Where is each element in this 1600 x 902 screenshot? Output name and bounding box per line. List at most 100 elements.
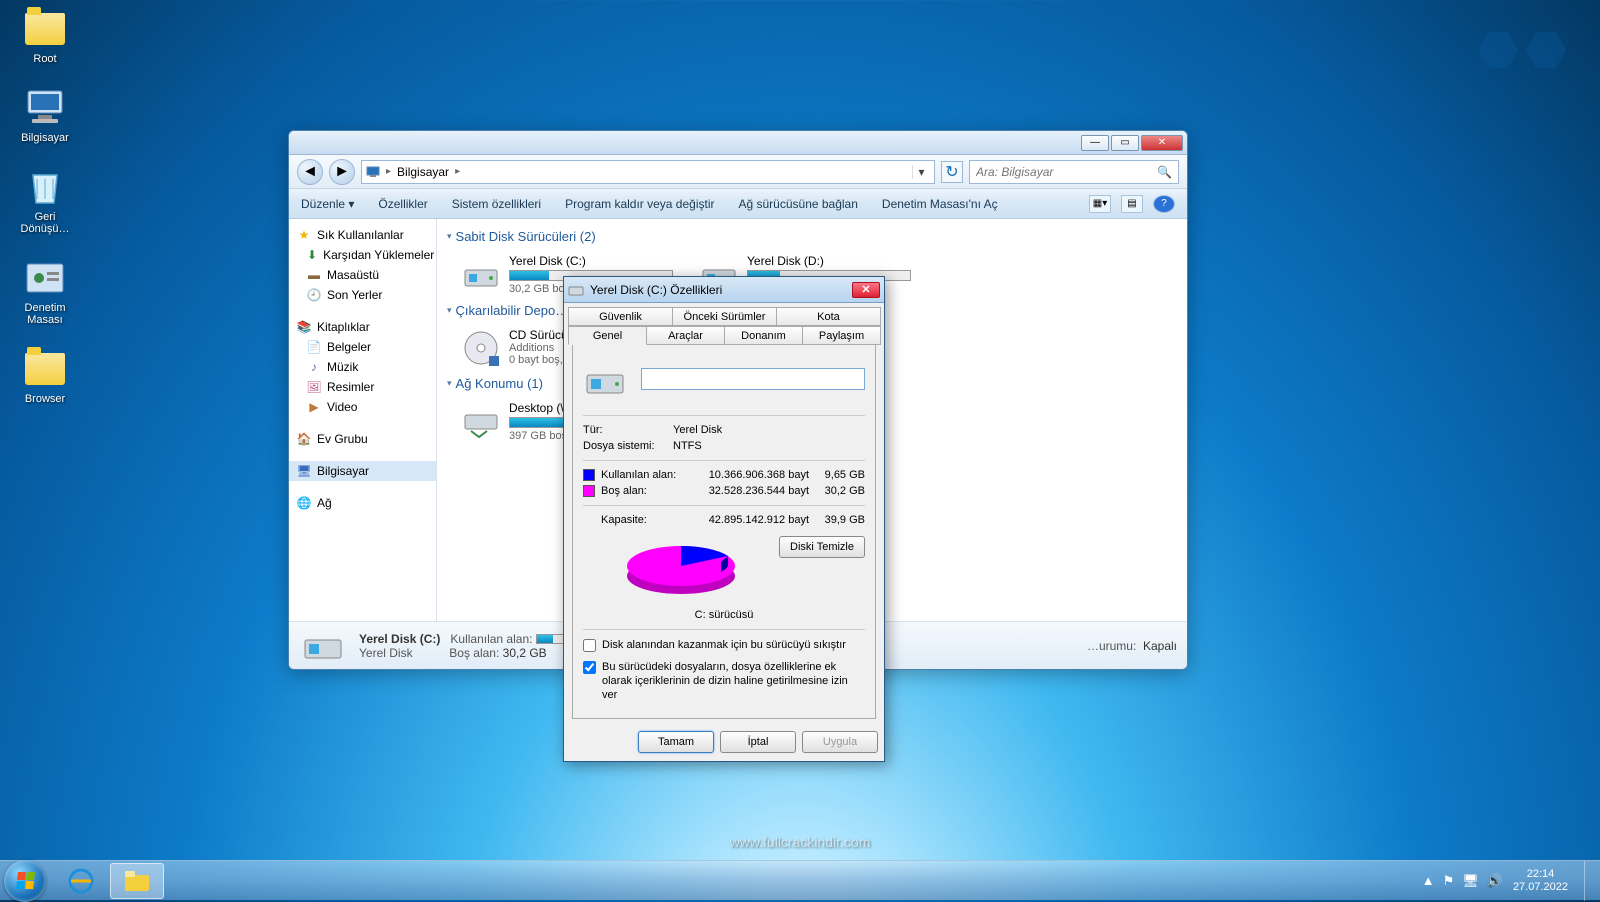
toolbar-uninstall[interactable]: Program kaldır veya değiştir [565,197,714,211]
pie-chart [621,536,741,600]
apply-button[interactable]: Uygula [802,731,878,753]
nav-favorites[interactable]: ★Sık Kullanılanlar [289,225,436,245]
drive-name: Yerel Disk (C:) [509,254,673,268]
folder-icon [25,353,65,385]
fs-label: Dosya sistemi: [583,438,673,454]
windows-logo-icon [16,872,35,889]
ok-button[interactable]: Tamam [638,731,714,753]
search-input[interactable] [976,165,1172,179]
nav-downloads[interactable]: ⬇Karşıdan Yüklemeler [289,245,436,265]
search-icon: 🔍 [1157,165,1172,179]
tab-hardware[interactable]: Donanım [724,326,803,345]
cd-icon [461,328,501,368]
cap-bytes: 42.895.142.912 bayt [673,512,809,528]
nav-computer[interactable]: 🖥Bilgisayar [289,461,436,481]
nav-network[interactable]: 🌐Ağ [289,493,436,513]
taskbar: ▲ ⚑ 🖥 🔊 22:14 27.07.2022 [0,860,1600,900]
toolbar-controlpanel[interactable]: Denetim Masası'nı Aç [882,197,998,211]
tab-general[interactable]: Genel [568,326,647,345]
free-color [583,485,595,497]
nav-pictures[interactable]: 🖼Resimler [289,377,436,397]
refresh-button[interactable]: ↻ [941,161,963,183]
breadcrumb-arrow: ▸ [386,166,391,177]
toolbar-system[interactable]: Sistem özellikleri [452,197,541,211]
window-titlebar[interactable]: — ▭ ✕ [289,131,1187,155]
volume-label-input[interactable] [641,368,865,390]
clock-date: 27.07.2022 [1513,881,1568,894]
compress-checkbox[interactable] [583,639,596,652]
control-panel-icon [25,258,65,298]
desktop-icon-browser[interactable]: Browser [8,348,82,405]
document-icon: 📄 [307,340,321,354]
tab-security[interactable]: Güvenlik [568,307,673,326]
tray-flag-icon[interactable]: ⚑ [1443,873,1455,889]
used-color [583,469,595,481]
preview-button[interactable]: ▤ [1121,195,1143,213]
nav-desktop[interactable]: ▬Masaüstü [289,265,436,285]
desktop-icon-label: Root [33,53,56,65]
desktop-icon-label: Denetim Masası [9,302,81,326]
netdrive-icon [461,401,501,441]
tray-volume-icon[interactable]: 🔊 [1487,873,1503,889]
desktop-icon-root[interactable]: Root [8,8,82,65]
back-button[interactable]: ◄ [297,159,323,185]
nav-recent[interactable]: 🕘Son Yerler [289,285,436,305]
desktop-icon-cpanel[interactable]: Denetim Masası [8,257,82,326]
toolbar-properties[interactable]: Özellikler [378,197,427,211]
drive-name: Yerel Disk (D:) [747,254,911,268]
pictures-icon: 🖼 [307,380,321,394]
desktop-icon-computer[interactable]: Bilgisayar [8,87,82,144]
index-checkbox[interactable] [583,661,596,674]
forward-button[interactable]: ► [329,159,355,185]
computer-icon [24,89,66,127]
watermark: www.fullcrackindir.com [730,834,871,850]
show-desktop-button[interactable] [1584,861,1596,901]
disk-cleanup-button[interactable]: Diski Temizle [779,536,865,558]
nav-homegroup[interactable]: 🏠Ev Grubu [289,429,436,449]
properties-dialog: Yerel Disk (C:) Özellikleri ✕ Güvenlik Ö… [563,276,885,762]
help-button[interactable]: ? [1153,195,1175,213]
folder-icon [123,869,151,893]
dialog-buttons: Tamam İptal Uygula [564,723,884,761]
minimize-button[interactable]: — [1081,135,1109,151]
free-bytes: 32.528.236.544 bayt [692,483,809,499]
dialog-titlebar[interactable]: Yerel Disk (C:) Özellikleri ✕ [564,277,884,303]
computer-icon: 🖥 [297,464,311,478]
hdd-icon [299,626,347,666]
cancel-button[interactable]: İptal [720,731,796,753]
section-hdd[interactable]: Sabit Disk Sürücüleri (2) [447,229,1177,244]
toolbar-mapdrive[interactable]: Ağ sürücüsüne bağlan [738,197,857,211]
tab-tools[interactable]: Araçlar [646,326,725,345]
tray-network-icon[interactable]: 🖥 [1462,873,1479,889]
tab-quota[interactable]: Kota [776,307,881,326]
breadcrumb-arrow: ▸ [455,166,460,177]
view-button[interactable]: ▦▾ [1089,195,1111,213]
folder-icon [25,13,65,45]
taskbar-pin-explorer[interactable] [110,863,164,899]
breadcrumb-item[interactable]: Bilgisayar [397,165,449,179]
nav-libraries[interactable]: 📚Kitaplıklar [289,317,436,337]
address-dropdown[interactable]: ▾ [912,165,930,179]
index-label: Bu sürücüdeki dosyaların, dosya özellikl… [602,660,865,702]
start-button[interactable] [4,860,46,902]
nav-documents[interactable]: 📄Belgeler [289,337,436,357]
computer-icon [366,165,380,179]
close-button[interactable]: ✕ [852,282,880,298]
taskbar-pin-ie[interactable] [54,863,108,899]
toolbar-organize[interactable]: Düzenle ▾ [301,197,354,211]
tray-overflow-icon[interactable]: ▲ [1422,873,1435,889]
maximize-button[interactable]: ▭ [1111,135,1139,151]
desktop-icon-recycle[interactable]: Geri Dönüşü… [8,166,82,235]
nav-pane: ★Sık Kullanılanlar ⬇Karşıdan Yüklemeler … [289,219,437,621]
nav-videos[interactable]: ▶Video [289,397,436,417]
clock[interactable]: 22:14 27.07.2022 [1513,868,1568,894]
close-button[interactable]: ✕ [1141,135,1183,151]
search-box[interactable]: 🔍 [969,160,1179,184]
network-icon: 🌐 [297,496,311,510]
nav-music[interactable]: ♪Müzik [289,357,436,377]
desktop-icons: Root Bilgisayar Geri Dönüşü… Denetim Mas… [8,8,82,405]
tab-previous[interactable]: Önceki Sürümler [672,307,777,326]
address-bar[interactable]: ▸ Bilgisayar ▸ ▾ [361,160,935,184]
recent-icon: 🕘 [307,288,321,302]
tab-sharing[interactable]: Paylaşım [802,326,881,345]
